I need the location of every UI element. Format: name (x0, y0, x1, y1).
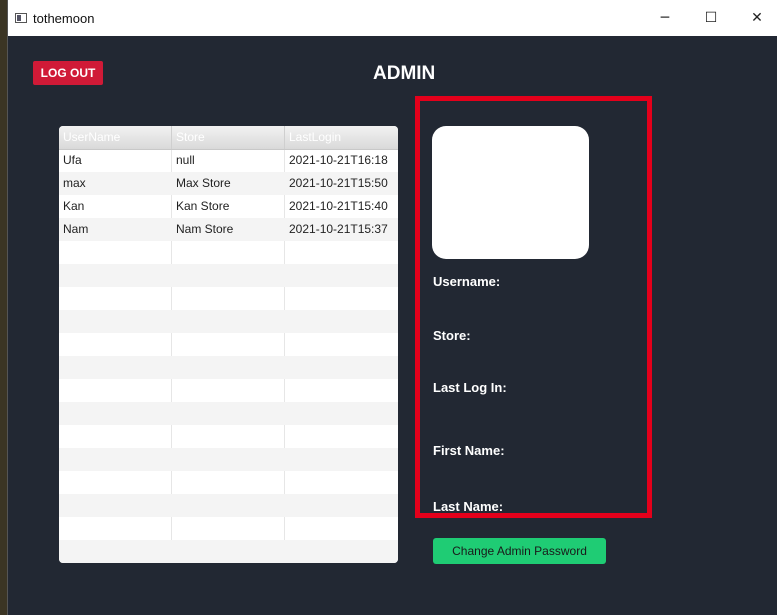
maximize-button[interactable]: ☐ (688, 0, 734, 36)
table-row[interactable]: Ufa null 2021-10-21T16:18 (59, 149, 398, 172)
cell-lastlogin: 2021-10-21T16:18 (289, 153, 388, 167)
table-row[interactable]: max Max Store 2021-10-21T15:50 (59, 172, 398, 195)
app-icon (15, 13, 27, 23)
close-button[interactable]: ✕ (734, 0, 777, 36)
column-header-store[interactable]: Store (172, 126, 285, 149)
empty-row (59, 264, 398, 287)
empty-row (59, 540, 398, 563)
empty-row (59, 448, 398, 471)
cell-store: Nam Store (176, 222, 234, 236)
cell-username: Nam (63, 222, 89, 236)
cell-lastlogin: 2021-10-21T15:40 (289, 199, 388, 213)
last-login-label: Last Log In: (433, 380, 507, 395)
table-header: UserName Store LastLogin (59, 126, 398, 150)
empty-row (59, 310, 398, 333)
cell-store: Kan Store (176, 199, 230, 213)
first-name-label: First Name: (433, 443, 505, 458)
app-window: tothemoon ─ ☐ ✕ LOG OUT ADMIN UserName S… (7, 0, 777, 615)
cell-lastlogin: 2021-10-21T15:50 (289, 176, 388, 190)
empty-row (59, 356, 398, 379)
username-label: Username: (433, 274, 501, 289)
empty-row (59, 494, 398, 517)
logout-button[interactable]: LOG OUT (33, 61, 103, 85)
cell-username: max (63, 176, 86, 190)
empty-row (59, 333, 398, 356)
empty-row (59, 471, 398, 494)
users-table[interactable]: UserName Store LastLogin Ufa null 2021-1… (59, 126, 398, 563)
change-admin-password-button[interactable]: Change Admin Password (433, 538, 606, 564)
column-header-username[interactable]: UserName (59, 126, 172, 149)
column-header-lastlogin[interactable]: LastLogin (285, 126, 398, 149)
empty-row (59, 241, 398, 264)
cell-lastlogin: 2021-10-21T15:37 (289, 222, 388, 236)
empty-row (59, 425, 398, 448)
last-name-label: Last Name: (433, 499, 504, 514)
page-title: ADMIN (373, 63, 436, 84)
empty-row (59, 379, 398, 402)
minimize-button[interactable]: ─ (642, 0, 688, 36)
title-bar: tothemoon ─ ☐ ✕ (8, 0, 777, 36)
cell-username: Kan (63, 199, 85, 213)
cell-store: null (176, 153, 195, 167)
window-title: tothemoon (33, 11, 95, 26)
cell-store: Max Store (176, 176, 231, 190)
cell-username: Ufa (63, 153, 82, 167)
empty-row (59, 402, 398, 425)
table-row[interactable]: Nam Nam Store 2021-10-21T15:37 (59, 218, 398, 241)
avatar (432, 126, 589, 259)
empty-row (59, 517, 398, 540)
store-label: Store: (433, 328, 471, 343)
table-row[interactable]: Kan Kan Store 2021-10-21T15:40 (59, 195, 398, 218)
empty-row (59, 287, 398, 310)
